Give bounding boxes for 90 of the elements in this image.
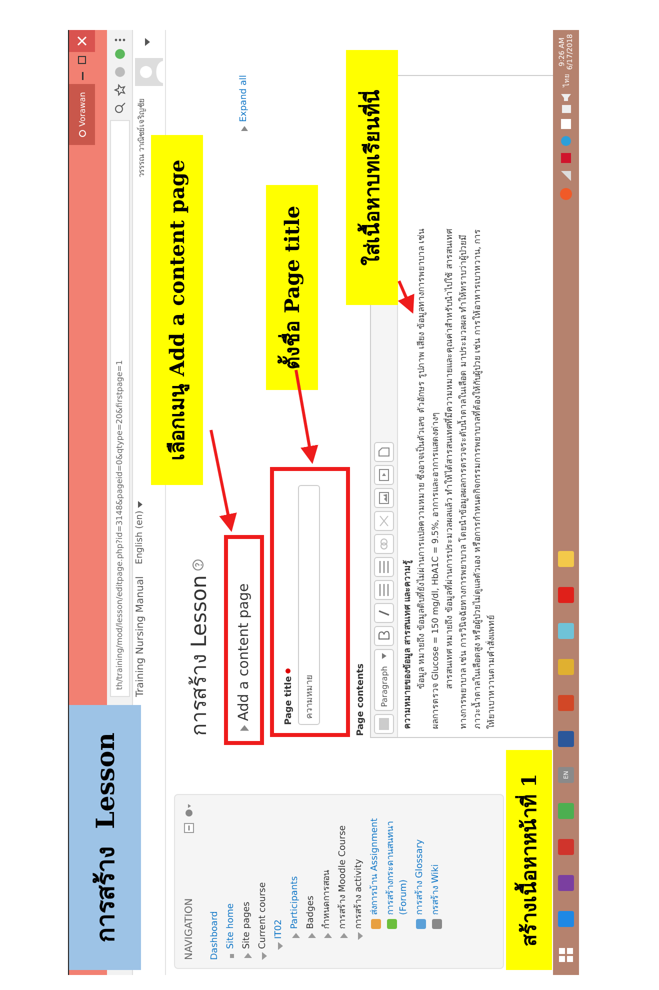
media-button[interactable] [374, 465, 394, 485]
navigation-item[interactable]: Participants [289, 876, 302, 929]
navigation-item[interactable]: กรสร้าง Wiki [430, 864, 443, 915]
editor-text-line: ผลการตรวจ Glucose = 150 mg/dl, HbA1C = 9.5%, อาการและอาการแสดงต่างๆ [430, 412, 442, 729]
navigation-item[interactable]: Site home [225, 903, 238, 949]
navigation-item[interactable]: Site pages [241, 902, 254, 949]
navigation-item[interactable]: การสร้าง activity [353, 858, 366, 929]
editor-text-line: ภาวะน้ำตาลในเลือดสูง หรือผู้ป่วยไม่ดูแลตัวเอง หรือการกำหนดกิจกรรมการพยาบาลที่ต้องให้กับผู้ป่วย เช่น การให้อาหารเบาหวาน, การ [471, 228, 484, 729]
bullet-list-button[interactable] [374, 580, 394, 600]
expand-arrow-icon[interactable] [260, 952, 268, 960]
close-icon [77, 36, 87, 46]
format-dropdown[interactable]: Paragraph [374, 649, 394, 711]
numbered-list-button[interactable] [374, 557, 394, 577]
file-button[interactable] [374, 442, 394, 462]
editor-text-line: ความหมายของข้อมูล สารสนเทศ และความรู้ [402, 560, 414, 729]
bold-button[interactable] [374, 626, 394, 646]
grid-icon [379, 718, 389, 730]
arrow [398, 280, 414, 314]
avatar-icon[interactable] [135, 58, 163, 86]
activity-icon [415, 918, 427, 930]
expand-arrow-icon[interactable] [292, 932, 300, 940]
caret-icon [382, 653, 386, 659]
navigation-title: NAVIGATION [184, 898, 194, 960]
expand-arrow-icon[interactable] [340, 932, 348, 940]
help-icon[interactable] [192, 559, 204, 572]
unlink-button[interactable] [374, 511, 394, 531]
expand-arrow-icon[interactable] [324, 932, 332, 940]
italic-button[interactable] [374, 603, 394, 623]
list-icon [379, 584, 389, 596]
navigation-item[interactable]: Current course [257, 882, 270, 949]
caret-icon [138, 500, 142, 508]
site-name[interactable]: Training Nursing Manual [135, 576, 146, 697]
editor-text-line: สารสนเทศ หมายถึง ข้อมูลที่ผ่านการประมวลผลแล้ว ทำให้ได้สารสนเทศที่มีความหมายและคุณค่าสำหรับนำไปใช้ สารสนเทศ [443, 229, 456, 691]
page-heading: การสร้าง Lesson [186, 575, 212, 736]
toolbar-toggle-button[interactable] [374, 714, 394, 734]
navigation-item[interactable]: การสร้าง Glossary [414, 839, 427, 915]
extension-icon[interactable] [114, 48, 126, 60]
restore-icon [77, 55, 87, 65]
profile-button[interactable]: Vorawan [69, 84, 95, 146]
menu-icon[interactable] [114, 38, 126, 42]
editor-text-line: ข้อมูล หมายถึง ข้อมูลดิบที่ยังไม่ผ่านการแปลความหมาย ซึ่งอาจเป็นตัวเลข ตัวอักษร รูปภาพ เสียง ข้อมูลทางการพยาบาล เช่น [415, 228, 428, 691]
step-label: สร้างเนื้อหาหน้าที่ 1 [506, 750, 552, 970]
navigation-item[interactable]: Badges [305, 896, 318, 929]
image-button[interactable] [374, 488, 394, 508]
callout-label: ตั้งชื่อ Page title [266, 185, 318, 390]
callout-label: เลือกเมนู Add a content page [151, 135, 203, 485]
image-icon [379, 492, 389, 504]
editor-text-line: ให้ยาเบาหวานตามคำสั่งแพทย์ [485, 615, 498, 729]
collapse-arrow-icon [240, 724, 248, 733]
caret-icon[interactable] [145, 38, 151, 46]
user-name[interactable]: วรรรณ วาณิชย์เจริญชัย [135, 98, 148, 178]
navigation-item[interactable]: การสร้างกระดานสนทนา (Forum) [385, 803, 411, 915]
zoom-icon[interactable] [114, 102, 126, 114]
file-icon [378, 447, 390, 457]
unlink-icon [379, 515, 389, 527]
input-field[interactable]: ความหมาย [298, 485, 320, 725]
navigation-item[interactable]: การสร้าง Moodle Course [337, 825, 350, 929]
activity-icon [370, 918, 382, 930]
callout-label: ใส่เนื้อหาบทเรียนที่นี่ [346, 50, 398, 305]
expand-arrow-icon[interactable] [244, 952, 252, 960]
navigation-item[interactable]: IT02 [273, 919, 286, 939]
bullet-icon [228, 952, 236, 960]
media-icon [379, 469, 389, 481]
expand-arrow-icon[interactable] [356, 932, 364, 940]
language-menu[interactable]: English (en) [135, 500, 145, 564]
person-icon [78, 130, 86, 138]
slide-title: การสร้าง Lesson [69, 705, 141, 970]
italic-icon [378, 608, 390, 618]
expand-arrow-icon[interactable] [276, 942, 284, 950]
expand-all-link[interactable]: Expand all [239, 75, 249, 132]
expand-arrow-icon[interactable] [308, 932, 316, 940]
navigation-item[interactable]: Dashboard [209, 911, 222, 960]
editor-text-line: ทางการพยาบาล เช่น การวินิจฉัยทางการพยาบาล โดยนำข้อมูลผลการตรวจระดับน้ำตาลในเลือด มาประมวลผล ทำให้ทราบว่าผู้ป่วยมี [457, 234, 470, 729]
close-button[interactable] [69, 30, 95, 52]
section-header[interactable]: Add a content page [236, 583, 252, 733]
navigation-item[interactable]: กำหนดการสอน [321, 870, 334, 929]
list-icon [379, 561, 389, 573]
field-label: Page contents [356, 663, 366, 736]
navigation-item[interactable]: ส่งการบ้าน Assignment [369, 818, 382, 915]
windows-icon[interactable] [559, 948, 573, 962]
link-icon [379, 538, 389, 550]
activity-icon [431, 918, 443, 930]
extension-icon[interactable] [114, 66, 126, 78]
block-controls-icon[interactable] [183, 803, 195, 833]
activity-icon [386, 918, 398, 930]
address-bar[interactable]: th/training/mod/lesson/editpage.php?id=3148&pageid=0&qtype=20&firstpage=1 [110, 120, 130, 697]
field-label: Page title [284, 676, 294, 725]
arrow-icon [240, 125, 248, 132]
link-button[interactable] [374, 534, 394, 554]
star-icon[interactable] [114, 84, 126, 96]
